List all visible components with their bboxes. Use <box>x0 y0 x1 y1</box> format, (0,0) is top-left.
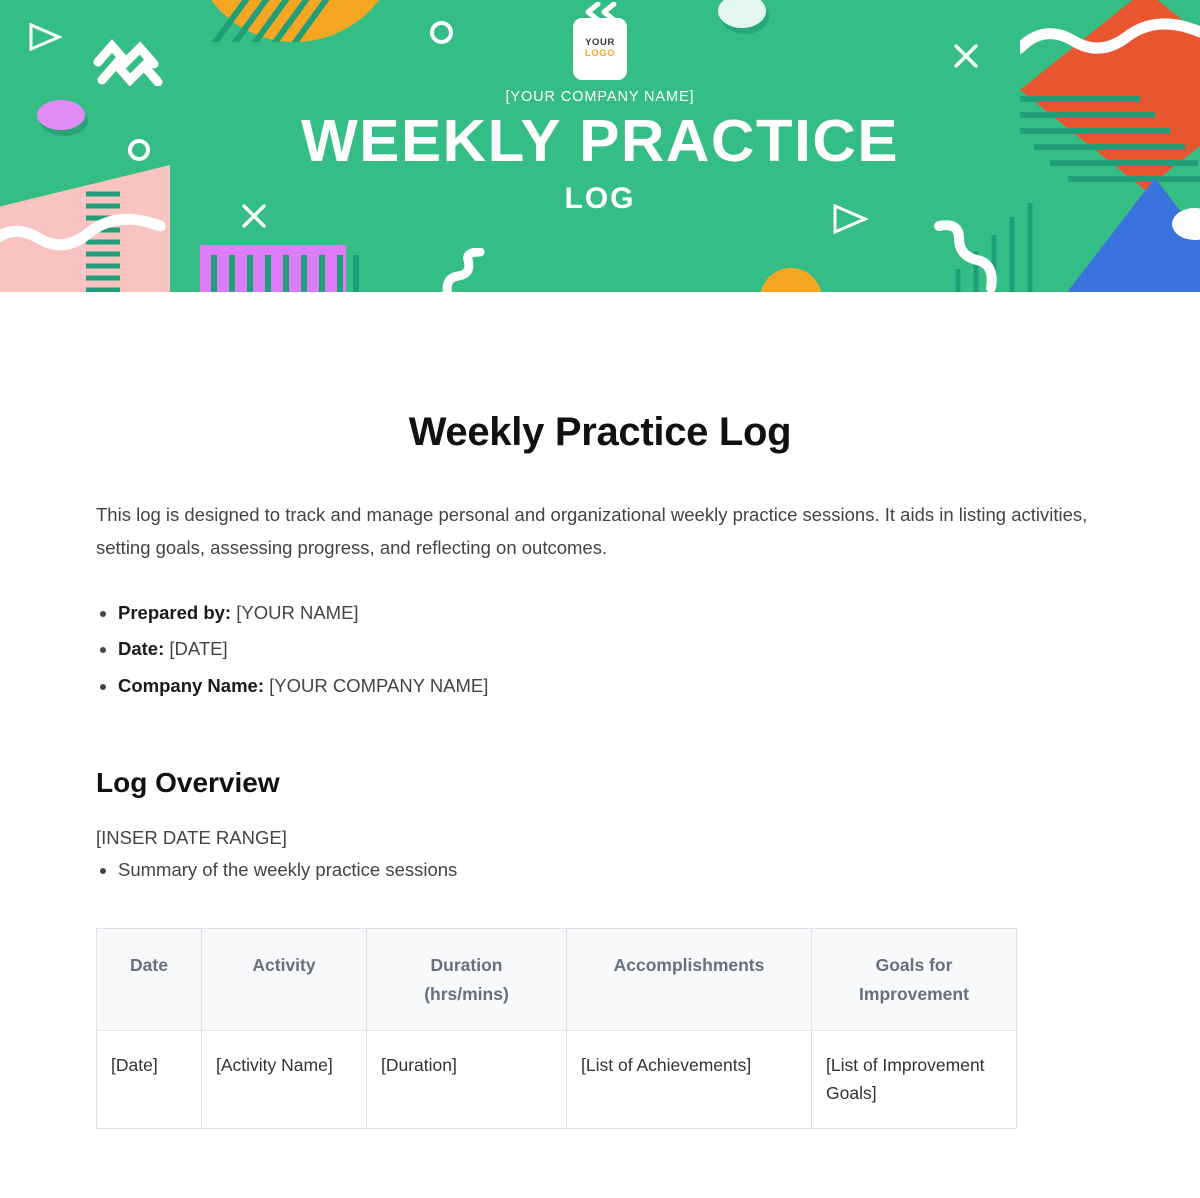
summary-list: Summary of the weekly practice sessions <box>96 855 1104 885</box>
column-header-duration: Duration (hrs/mins) <box>366 928 567 1031</box>
table-head: Date Activity Duration (hrs/mins) Accomp… <box>96 928 1017 1031</box>
practice-log-table: Date Activity Duration (hrs/mins) Accomp… <box>96 928 1017 1129</box>
table-header-row: Date Activity Duration (hrs/mins) Accomp… <box>96 928 1017 1031</box>
column-header-date: Date <box>96 928 202 1031</box>
banner-company-name: [YOUR COMPANY NAME] <box>505 89 695 105</box>
section-heading-log-overview: Log Overview <box>96 766 280 798</box>
intro-paragraph: This log is designed to track and manage… <box>96 504 1088 558</box>
table-row: [Date] [Activity Name] [Duration] [List … <box>96 1030 1017 1129</box>
orange-circle-bottom-decoration <box>760 268 822 292</box>
meta-label-prepared-by: Prepared by: <box>118 601 232 623</box>
document-body: Weekly Practice Log This log is designed… <box>0 410 1200 1129</box>
meta-label-date: Date: <box>118 638 165 660</box>
list-item: Prepared by: [YOUR NAME] <box>118 595 1104 632</box>
date-range-placeholder: [INSER DATE RANGE] <box>96 826 287 848</box>
meta-value-prepared-by: [YOUR NAME] <box>236 601 359 623</box>
cell-duration: [Duration] <box>366 1030 567 1129</box>
white-wave-left-icon <box>0 210 170 263</box>
magenta-rect-stripes-icon <box>210 255 360 292</box>
table-body: [Date] [Activity Name] [Duration] [List … <box>96 1030 1017 1129</box>
column-header-duration-line1: Duration <box>430 955 503 976</box>
curl-right-icon <box>933 220 1017 292</box>
curl-bottom-center-icon <box>440 247 494 292</box>
column-header-goals-line2: Improvement <box>859 983 969 1004</box>
banner-subtitle: LOG <box>564 182 636 215</box>
meta-value-company-name: [YOUR COMPANY NAME] <box>269 675 489 697</box>
cell-accomplishments: [List of Achievements] <box>566 1030 812 1129</box>
banner-title: WEEKLY PRACTICE <box>300 108 900 174</box>
header-banner: YOUR LOGO [YOUR COMPANY NAME] WEEKLY PRA… <box>0 0 1200 292</box>
magenta-rect-decoration <box>200 245 346 292</box>
column-header-accomplishments: Accomplishments <box>566 928 812 1031</box>
meta-label-company-name: Company Name: <box>118 675 264 697</box>
column-header-duration-line2: (hrs/mins) <box>424 983 509 1004</box>
banner-center-content: YOUR LOGO [YOUR COMPANY NAME] WEEKLY PRA… <box>0 18 1200 214</box>
meta-value-date: [DATE] <box>169 638 228 660</box>
meta-list: Prepared by: [YOUR NAME] Date: [DATE] Co… <box>96 595 1104 705</box>
column-header-goals-line1: Goals for <box>875 955 953 976</box>
cell-date: [Date] <box>96 1030 202 1129</box>
column-header-goals: Goals for Improvement <box>811 928 1017 1031</box>
list-item: Summary of the weekly practice sessions <box>118 855 1104 885</box>
list-item: Company Name: [YOUR COMPANY NAME] <box>118 668 1104 705</box>
column-header-activity: Activity <box>201 928 367 1031</box>
page-title: Weekly Practice Log <box>408 410 792 454</box>
cell-goals: [List of Improvement Goals] <box>811 1030 1017 1129</box>
list-item: Date: [DATE] <box>118 631 1104 668</box>
cell-activity: [Activity Name] <box>201 1030 367 1129</box>
logo-placeholder: YOUR LOGO <box>573 18 627 80</box>
logo-line-logo: LOGO <box>584 48 616 59</box>
